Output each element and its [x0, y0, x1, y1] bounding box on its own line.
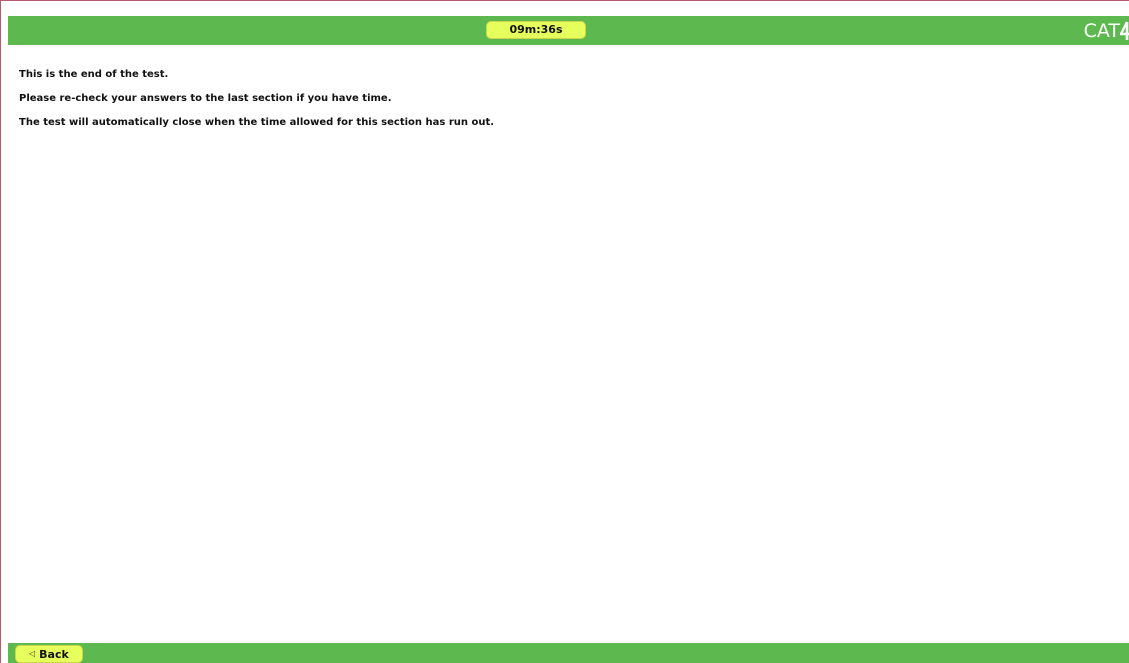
message-line-3: The test will automatically close when t… — [19, 117, 495, 128]
message-line-1: This is the end of the test. — [19, 69, 169, 80]
cat4-logo: CAT — [1084, 19, 1129, 43]
countdown-timer: 09m:36s — [486, 21, 586, 39]
message-line-2: Please re-check your answers to the last… — [19, 93, 392, 104]
triangle-left-icon: ◁ — [29, 649, 36, 658]
back-button-label: Back — [39, 647, 69, 661]
footer-bar: ◁ Back — [8, 643, 1129, 663]
back-button[interactable]: ◁ Back — [15, 645, 83, 663]
end-of-test-message: This is the end of the test. Please re-c… — [19, 68, 494, 140]
header-bar: 09m:36s CAT — [8, 16, 1129, 45]
logo-four-icon — [1120, 19, 1129, 43]
logo-text: CAT — [1083, 20, 1120, 42]
